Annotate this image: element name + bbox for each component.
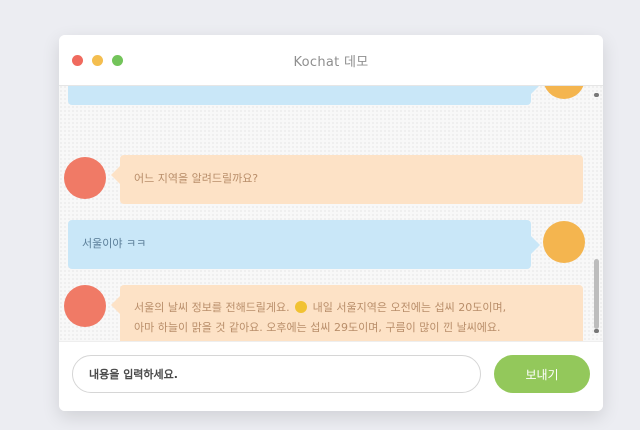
title-bar: Kochat 데모 xyxy=(59,35,603,86)
chat-scrollbar[interactable] xyxy=(594,93,599,333)
bot-message-text: 내일 서울지역은 오전에는 섭씨 20도이며, xyxy=(312,301,507,314)
input-bar: 보내기 xyxy=(59,341,603,411)
bot-message-bubble: 서울의 날씨 정보를 전해드릴게요. 내일 서울지역은 오전에는 섭씨 20도이… xyxy=(111,285,583,341)
bot-message-text: 서울의 날씨 정보를 전해드릴게요. xyxy=(134,301,290,314)
scroll-thumb[interactable] xyxy=(594,259,599,329)
user-message-bubble: 서울이야 ㅋㅋ xyxy=(68,220,540,269)
window-title: Kochat 데모 xyxy=(293,55,369,70)
bot-message-bubble: 어느 지역을 알려드릴까요? xyxy=(111,155,583,204)
bot-message-text: 어느 지역을 알려드릴까요? xyxy=(134,172,259,185)
bot-message-text: 아마 하늘이 맑을 것 같아요. 오후에는 섭씨 29도이며, 구름이 많이 낀… xyxy=(134,321,501,334)
user-avatar xyxy=(543,85,585,99)
message-input[interactable] xyxy=(72,355,481,393)
chat-history[interactable]: 어느 지역을 알려드릴까요? 서울이야 ㅋㅋ 서울의 날씨 정보를 전해드릴게요… xyxy=(59,85,603,341)
scroll-down-arrow-icon[interactable] xyxy=(594,329,599,333)
user-avatar xyxy=(543,221,585,263)
smiley-emoji-icon xyxy=(295,301,308,313)
user-message-text: 서울이야 ㅋㅋ xyxy=(82,237,147,250)
send-button[interactable]: 보내기 xyxy=(494,355,590,393)
scroll-up-arrow-icon[interactable] xyxy=(594,93,599,97)
chat-window: Kochat 데모 어느 지역을 알려드릴까요? 서울이야 ㅋㅋ 서울의 날씨 … xyxy=(59,35,603,411)
bot-avatar xyxy=(64,157,106,199)
bot-avatar xyxy=(64,285,106,327)
user-message-bubble xyxy=(68,85,540,105)
